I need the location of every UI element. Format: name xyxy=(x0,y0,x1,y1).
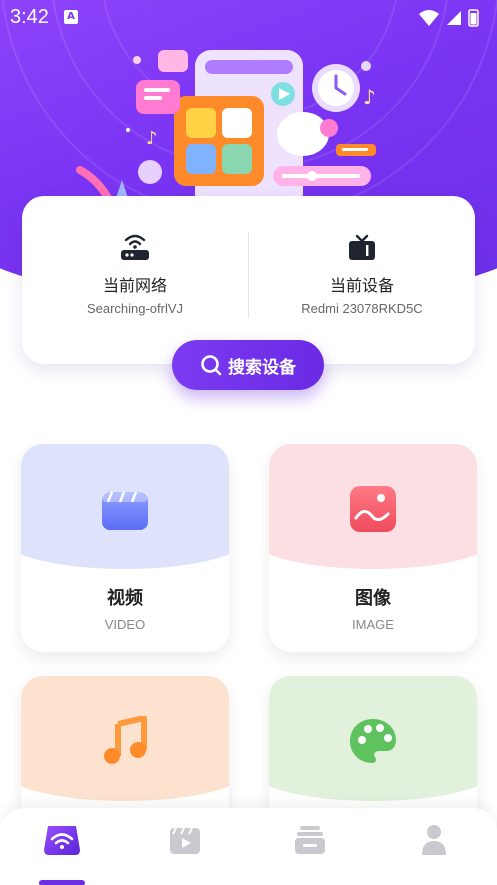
tv-icon xyxy=(349,234,375,260)
hero-illustration: ♪ ♪ xyxy=(76,50,376,200)
network-title: 当前网络 xyxy=(102,276,167,295)
category-en: IMAGE xyxy=(352,617,394,632)
connection-info-card: 当前网络 Searching-ofrlVJ 当前设备 Redmi 23078RK… xyxy=(22,196,475,364)
clapper-play-icon[interactable] xyxy=(166,822,206,858)
network-name: Searching-ofrlVJ xyxy=(86,301,184,316)
svg-text:♪: ♪ xyxy=(146,128,158,149)
current-network[interactable]: 当前网络 Searching-ofrlVJ xyxy=(22,196,248,364)
video-clapper-icon xyxy=(102,491,148,530)
app-screen: 3:42 A ♪ ♪ 当前网络 Searching-ofrlVJ 当前设备 Re… xyxy=(0,0,497,885)
category-name: 视频 xyxy=(107,588,143,609)
status-bar: 3:42 A xyxy=(0,0,497,34)
active-tab-indicator xyxy=(39,880,85,885)
category-name: 图像 xyxy=(355,588,391,609)
wifi-cast-icon[interactable] xyxy=(42,822,82,858)
palette-icon xyxy=(350,719,396,763)
current-device[interactable]: 当前设备 Redmi 23078RKD5C xyxy=(249,196,475,364)
system-status-icons xyxy=(419,9,479,27)
search-devices-button[interactable]: 搜索设备 xyxy=(172,340,324,390)
search-button-label: 搜索设备 xyxy=(228,357,296,378)
image-icon xyxy=(350,486,396,532)
music-note-icon xyxy=(104,716,147,764)
router-icon xyxy=(121,234,149,260)
device-title: 当前设备 xyxy=(329,276,394,295)
status-time: 3:42 xyxy=(10,6,49,28)
bottom-navigation xyxy=(0,808,497,885)
notification-a-icon: A xyxy=(64,10,78,24)
layers-icon[interactable] xyxy=(290,822,330,858)
category-image-card[interactable]: 图像 IMAGE xyxy=(269,444,477,652)
user-icon[interactable] xyxy=(414,822,454,858)
device-name: Redmi 23078RKD5C xyxy=(301,301,423,316)
svg-text:♪: ♪ xyxy=(363,85,376,109)
search-icon xyxy=(201,355,222,376)
category-en: VIDEO xyxy=(104,617,146,632)
category-video-card[interactable]: 视频 VIDEO xyxy=(21,444,229,652)
